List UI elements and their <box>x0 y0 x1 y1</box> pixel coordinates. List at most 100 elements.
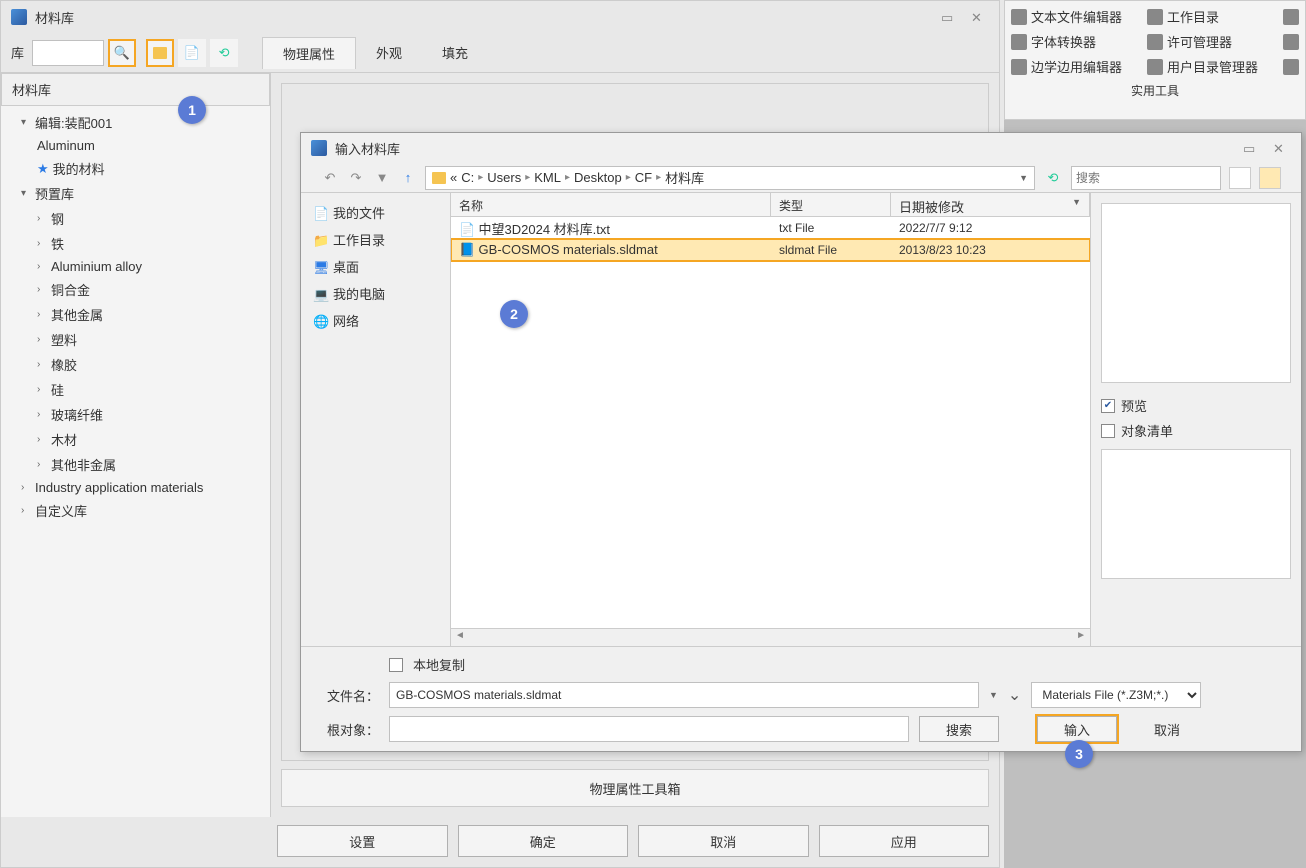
col-name[interactable]: 名称 <box>451 193 771 216</box>
tree-rubber[interactable]: ›橡胶 <box>1 352 270 377</box>
cancel-button[interactable]: 取消 <box>1127 716 1207 742</box>
app-icon <box>11 9 27 25</box>
tool-icon <box>1283 34 1299 50</box>
horizontal-scrollbar[interactable] <box>451 628 1090 646</box>
tree-my-materials[interactable]: ★我的材料 <box>1 156 270 181</box>
tool-icon <box>1283 59 1299 75</box>
ribbon-extra2[interactable] <box>1281 30 1301 53</box>
open-folder-button[interactable] <box>146 39 174 67</box>
tree-silicon[interactable]: ›硅 <box>1 377 270 402</box>
ribbon-text-editor[interactable]: 文本文件编辑器 <box>1009 5 1143 28</box>
dialog-nav-tree: 📄我的文件 📁工作目录 🖥桌面 💻我的电脑 🌐网络 <box>301 193 451 646</box>
up-icon[interactable]: ↑ <box>399 169 417 187</box>
ribbon-license-mgr[interactable]: 许可管理器 <box>1145 30 1279 53</box>
checkbox-checked-icon: ✔ <box>1101 399 1115 413</box>
ribbon-extra3[interactable] <box>1281 55 1301 78</box>
tree-glass-fiber[interactable]: ›玻璃纤维 <box>1 402 270 427</box>
tab-physical[interactable]: 物理属性 <box>262 37 356 69</box>
tree-plastic[interactable]: ›塑料 <box>1 327 270 352</box>
cancel-button[interactable]: 取消 <box>638 825 809 857</box>
search-button[interactable]: 🔍 <box>108 39 136 67</box>
object-list-checkbox-row[interactable]: 对象清单 <box>1101 418 1291 443</box>
ok-button[interactable]: 确定 <box>458 825 629 857</box>
tree-preset-lib[interactable]: ▾预置库 <box>1 181 270 206</box>
search-button[interactable]: 搜索 <box>919 716 999 742</box>
license-icon <box>1147 34 1163 50</box>
filename-label: 文件名： <box>321 686 379 705</box>
ribbon-font-converter[interactable]: 字体转换器 <box>1009 30 1143 53</box>
file-row[interactable]: 📄 中望3D2024 材料库.txt txt File 2022/7/7 9:1… <box>451 217 1090 239</box>
tree-aluminium-alloy[interactable]: ›Aluminium alloy <box>1 256 270 277</box>
chevron-down-icon[interactable]: ▼ <box>1019 173 1028 183</box>
apply-button[interactable]: 应用 <box>819 825 990 857</box>
chevron-down-icon[interactable]: ▼ <box>989 690 998 700</box>
tree-steel[interactable]: ›钢 <box>1 206 270 231</box>
tabs: 物理属性 外观 填充 <box>262 37 488 69</box>
tree-edit-assembly[interactable]: ▾编辑:装配001 <box>1 110 270 135</box>
settings-button[interactable]: 设置 <box>277 825 448 857</box>
nav-network[interactable]: 🌐网络 <box>307 307 444 334</box>
tab-fill[interactable]: 填充 <box>422 37 488 69</box>
physical-props-toolbox[interactable]: 物理属性工具箱 <box>281 769 989 807</box>
tree-copper-alloy[interactable]: ›铜合金 <box>1 277 270 302</box>
toolbar: 库 🔍 📄 ⟲ 物理属性 外观 填充 <box>1 33 999 73</box>
tree-panel: 材料库 ▾编辑:装配001 Aluminum ★我的材料 ▾预置库 ›钢 ›铁 … <box>1 73 271 817</box>
root-obj-input[interactable] <box>389 716 909 742</box>
history-dropdown-icon[interactable]: ▼ <box>373 169 391 187</box>
close-icon[interactable]: ✕ <box>1273 141 1291 155</box>
nav-my-computer[interactable]: 💻我的电脑 <box>307 280 444 307</box>
tree-industry-app[interactable]: ›Industry application materials <box>1 477 270 498</box>
ribbon-work-dir[interactable]: 工作目录 <box>1145 5 1279 28</box>
nav-my-docs[interactable]: 📄我的文件 <box>307 199 444 226</box>
close-icon[interactable]: ✕ <box>971 10 989 24</box>
tree-aluminum[interactable]: Aluminum <box>1 135 270 156</box>
root-obj-label: 根对象： <box>321 720 379 739</box>
import-material-dialog: 输入材料库 ▭ ✕ ↶ ↷ ▼ ↑ « C:▸ Users▸ KML▸ Desk… <box>300 132 1302 752</box>
forward-icon[interactable]: ↷ <box>347 169 365 187</box>
dialog-search-input[interactable] <box>1071 166 1221 190</box>
nav-desktop[interactable]: 🖥桌面 <box>307 253 444 280</box>
tool-icon <box>1283 9 1299 25</box>
expand-down-icon[interactable]: ⌄ <box>1008 685 1021 705</box>
tree-iron[interactable]: ›铁 <box>1 231 270 256</box>
breadcrumb[interactable]: « C:▸ Users▸ KML▸ Desktop▸ CF▸ 材料库 ▼ <box>425 166 1035 190</box>
tree-custom-lib[interactable]: ›自定义库 <box>1 498 270 523</box>
view-thumb-button[interactable] <box>1259 167 1281 189</box>
col-modified[interactable]: 日期被修改▼ <box>891 193 1090 216</box>
refresh-icon: ⟲ <box>219 45 230 61</box>
nav-work-dir[interactable]: 📁工作目录 <box>307 226 444 253</box>
file-row-selected[interactable]: 📘 GB-COSMOS materials.sldmat sldmat File… <box>451 239 1090 261</box>
ribbon-user-dir-mgr[interactable]: 用户目录管理器 <box>1145 55 1279 78</box>
view-list-button[interactable] <box>1229 167 1251 189</box>
filename-input[interactable] <box>389 682 979 708</box>
ribbon-extra1[interactable] <box>1281 5 1301 28</box>
import-button[interactable]: 输入 <box>1037 716 1117 742</box>
checkbox-icon[interactable] <box>389 658 403 672</box>
folder-icon <box>432 172 446 184</box>
window-title: 材料库 <box>35 8 74 27</box>
dialog-titlebar: 输入材料库 ▭ ✕ <box>301 133 1301 163</box>
file-list[interactable]: 📄 中望3D2024 材料库.txt txt File 2022/7/7 9:1… <box>451 217 1090 628</box>
callout-1: 1 <box>178 96 206 124</box>
ribbon-edge-editor[interactable]: 边学边用编辑器 <box>1009 55 1143 78</box>
tab-appearance[interactable]: 外观 <box>356 37 422 69</box>
network-icon: 🌐 <box>313 314 327 328</box>
file-filter-select[interactable]: Materials File (*.Z3M;*.) <box>1031 682 1201 708</box>
back-icon[interactable]: ↶ <box>321 169 339 187</box>
feedback-icon[interactable]: ▭ <box>1243 141 1261 155</box>
refresh-icon[interactable]: ⟲ <box>1043 168 1063 188</box>
import-button[interactable]: 📄 <box>178 39 206 67</box>
callout-3: 3 <box>1065 740 1093 768</box>
local-copy-label: 本地复制 <box>413 655 465 674</box>
tree-other-nonmetal[interactable]: ›其他非金属 <box>1 452 270 477</box>
tree-other-metal[interactable]: ›其他金属 <box>1 302 270 327</box>
tree-wood[interactable]: ›木材 <box>1 427 270 452</box>
refresh-button[interactable]: ⟲ <box>210 39 238 67</box>
preview-box <box>1101 203 1291 383</box>
col-type[interactable]: 类型 <box>771 193 891 216</box>
library-search-input[interactable] <box>32 40 104 66</box>
material-tree[interactable]: ▾编辑:装配001 Aluminum ★我的材料 ▾预置库 ›钢 ›铁 ›Alu… <box>1 106 270 817</box>
feedback-icon[interactable]: ▭ <box>941 10 959 24</box>
preview-checkbox-row[interactable]: ✔预览 <box>1101 393 1291 418</box>
checkbox-icon <box>1101 424 1115 438</box>
